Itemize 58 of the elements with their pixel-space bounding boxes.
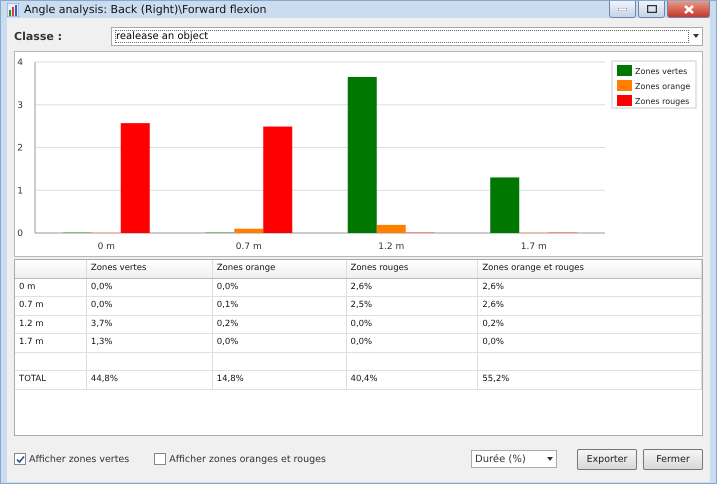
table-cell: 0,0% <box>90 282 113 292</box>
dialog-button[interactable]: Exporter <box>577 448 637 470</box>
classe-dropdown[interactable]: realease an object <box>111 26 703 46</box>
table-cell: 0,2% <box>482 318 504 328</box>
table-cell: 2,6% <box>350 282 372 292</box>
close-button[interactable] <box>667 1 710 18</box>
table-cell: 2,6% <box>482 300 504 310</box>
legend-label: Zones rouges <box>635 97 690 106</box>
column-header: Zones vertes <box>90 263 146 273</box>
dropdown-arrow-icon <box>693 34 699 38</box>
table-cell: 0,1% <box>216 300 238 310</box>
table-cell: 0,2% <box>216 318 238 328</box>
table-cell: 0,0% <box>216 337 238 347</box>
checkbox-option[interactable]: Afficher zones vertes <box>14 453 130 465</box>
table-cell: 14,8% <box>216 374 244 384</box>
table-cell: 0,0% <box>90 300 113 310</box>
table-cell: 3,7% <box>90 318 113 328</box>
table-cell: 2,6% <box>482 282 504 292</box>
legend-label: Zones vertes <box>635 67 688 76</box>
maximize-button[interactable] <box>638 1 665 18</box>
table-cell: 44,8% <box>90 374 118 384</box>
classe-label: Classe : <box>14 30 64 42</box>
legend-label: Zones orange <box>635 82 690 91</box>
minimize-button[interactable] <box>609 1 636 18</box>
dropdown-arrow-icon <box>547 457 553 461</box>
window-title: Angle analysis: Back (Right)\Forward flexion <box>24 3 266 16</box>
dialog-button[interactable]: Fermer <box>643 448 703 470</box>
table-cell: 0,0% <box>482 337 504 347</box>
table-cell: 40,4% <box>350 374 378 384</box>
y-tick-label: 1 <box>17 186 23 196</box>
checkmark-icon <box>16 454 24 464</box>
table-cell: 0,0% <box>350 318 372 328</box>
x-tick-label: 1.7 m <box>520 242 547 252</box>
table-cell: 0,0% <box>350 337 372 347</box>
table-cell: 2,5% <box>350 300 372 310</box>
minimize-icon <box>618 8 627 10</box>
column-header: Zones orange <box>216 263 276 273</box>
table-cell: 0 m <box>19 282 36 292</box>
table-cell: TOTAL <box>19 374 46 384</box>
y-tick-label: 3 <box>17 100 23 111</box>
column-header: Zones rouges <box>350 263 408 273</box>
y-tick-label: 4 <box>17 58 23 68</box>
table-cell: 0.7 m <box>19 300 44 310</box>
table-cell: 0,0% <box>216 282 238 292</box>
close-icon <box>684 4 694 14</box>
unit-dropdown[interactable]: Durée (%) <box>471 450 557 468</box>
x-tick-label: 0.7 m <box>236 242 262 252</box>
y-tick-label: 0 <box>17 229 23 239</box>
maximize-icon <box>646 5 656 13</box>
y-tick-label: 2 <box>17 144 23 154</box>
table-cell: 1,3% <box>90 337 113 347</box>
checkbox-option[interactable]: Afficher zones oranges et rouges <box>154 453 326 465</box>
x-tick-label: 0 m <box>98 242 115 252</box>
table-cell: 55,2% <box>482 374 510 384</box>
column-header: Zones orange et rouges <box>482 263 584 273</box>
x-tick-label: 1.2 m <box>378 242 404 252</box>
table-cell: 1.2 m <box>19 318 44 328</box>
table-cell: 1.7 m <box>19 337 44 347</box>
